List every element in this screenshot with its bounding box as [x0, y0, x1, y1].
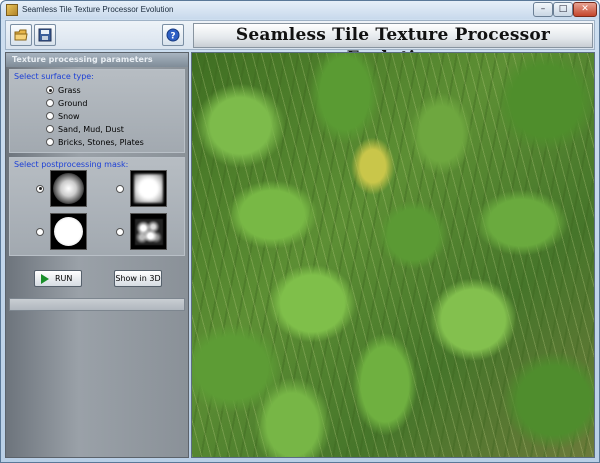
- app-window: Seamless Tile Texture Processor Evolutio…: [0, 0, 600, 463]
- title-bar[interactable]: Seamless Tile Texture Processor Evolutio…: [1, 1, 599, 19]
- postprocessing-mask-group: Select postprocessing mask:: [9, 157, 185, 256]
- show-in-3d-button[interactable]: Show in 3D: [114, 270, 162, 287]
- mask-option-hard-circle[interactable]: [36, 213, 87, 250]
- app-icon: [6, 4, 18, 16]
- parameters-panel: Texture processing parameters Select sur…: [5, 52, 189, 458]
- window-title: Seamless Tile Texture Processor Evolutio…: [22, 5, 174, 14]
- toolbar: ? Seamless Tile Texture Processor Evolut…: [5, 20, 595, 68]
- surface-type-group: Select surface type: Grass Ground Snow S…: [9, 69, 185, 153]
- surface-type-label: Select surface type:: [14, 72, 94, 81]
- help-icon: ?: [166, 28, 180, 42]
- soft-circle-mask-icon: [50, 170, 87, 207]
- radio-button[interactable]: [116, 184, 124, 193]
- noise-mask-icon: [130, 213, 167, 250]
- radio-button[interactable]: [36, 184, 44, 193]
- mask-label: Select postprocessing mask:: [14, 160, 129, 169]
- radio-button[interactable]: [46, 86, 54, 94]
- radio-button[interactable]: [46, 125, 54, 133]
- hard-circle-mask-icon: [50, 213, 87, 250]
- surface-option-sand[interactable]: Sand, Mud, Dust: [46, 123, 124, 135]
- open-button[interactable]: [10, 24, 32, 46]
- radio-button[interactable]: [116, 227, 124, 236]
- play-icon: [41, 274, 49, 284]
- panel-header: Texture processing parameters: [6, 53, 188, 67]
- minimize-button[interactable]: –: [533, 2, 553, 17]
- radio-button[interactable]: [46, 99, 54, 107]
- svg-text:?: ?: [170, 32, 175, 42]
- radio-button[interactable]: [46, 138, 54, 146]
- radio-button[interactable]: [36, 227, 44, 236]
- surface-option-bricks[interactable]: Bricks, Stones, Plates: [46, 136, 144, 148]
- surface-option-grass[interactable]: Grass: [46, 84, 81, 96]
- save-disk-icon: [38, 28, 52, 42]
- mask-option-soft-circle[interactable]: [36, 170, 87, 207]
- maximize-button[interactable]: □: [553, 2, 573, 17]
- soft-square-mask-icon: [130, 170, 167, 207]
- mask-option-soft-square[interactable]: [116, 170, 167, 207]
- save-button[interactable]: [34, 24, 56, 46]
- app-banner: Seamless Tile Texture Processor Evolutio…: [193, 23, 593, 68]
- help-button[interactable]: ?: [162, 24, 184, 46]
- open-folder-icon: [14, 29, 28, 41]
- texture-preview: [191, 52, 595, 458]
- run-button[interactable]: RUN: [34, 270, 82, 287]
- surface-option-ground[interactable]: Ground: [46, 97, 87, 109]
- progress-bar: [9, 298, 185, 311]
- surface-option-snow[interactable]: Snow: [46, 110, 80, 122]
- mask-option-noise[interactable]: [116, 213, 167, 250]
- radio-button[interactable]: [46, 112, 54, 120]
- close-button[interactable]: ✕: [573, 2, 597, 17]
- run-button-label: RUN: [55, 274, 73, 283]
